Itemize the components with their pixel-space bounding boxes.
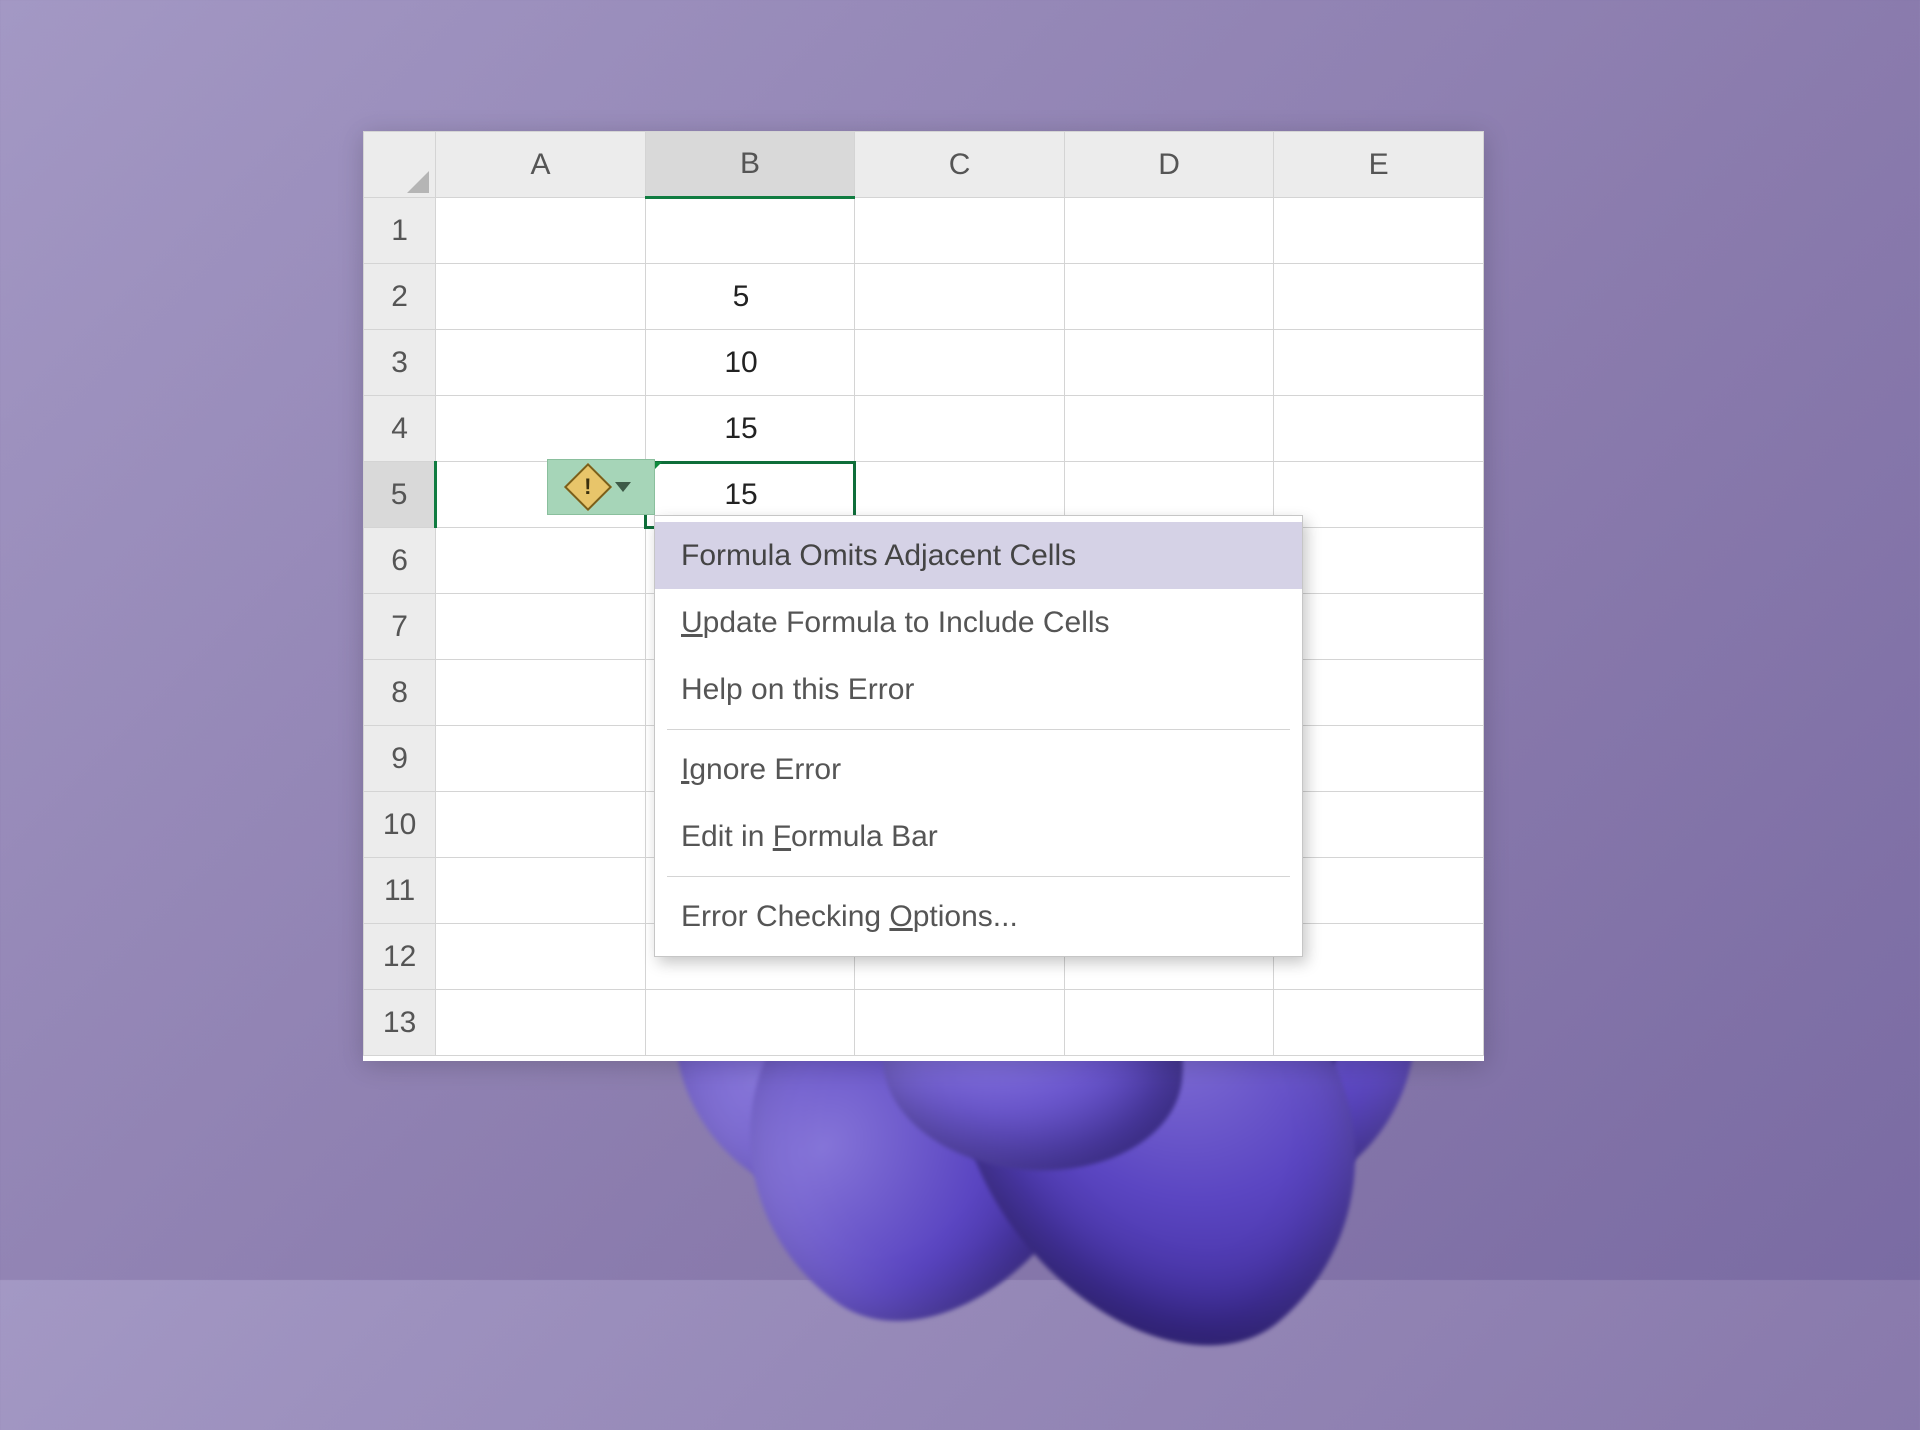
cell-E10[interactable] — [1274, 792, 1484, 858]
cell-A13[interactable] — [436, 990, 646, 1056]
cell-E13[interactable] — [1274, 990, 1484, 1056]
menu-item-1[interactable]: Update Formula to Include Cells — [655, 589, 1302, 656]
cell-D13[interactable] — [1064, 990, 1274, 1056]
row-header-4[interactable]: 4 — [364, 396, 436, 462]
cell-D4[interactable] — [1064, 396, 1274, 462]
cell-E8[interactable] — [1274, 660, 1484, 726]
menu-item-5[interactable]: Edit in Formula Bar — [655, 803, 1302, 870]
cell-A6[interactable] — [436, 528, 646, 594]
row-header-3[interactable]: 3 — [364, 330, 436, 396]
cell-A2[interactable] — [436, 264, 646, 330]
row-header-12[interactable]: 12 — [364, 924, 436, 990]
cell-E2[interactable] — [1274, 264, 1484, 330]
cell-B13[interactable] — [645, 990, 855, 1056]
menu-item-2[interactable]: Help on this Error — [655, 656, 1302, 723]
error-context-menu: Formula Omits Adjacent CellsUpdate Formu… — [654, 515, 1303, 957]
cell-E11[interactable] — [1274, 858, 1484, 924]
cell-A9[interactable] — [436, 726, 646, 792]
cell-B4[interactable]: 15 — [645, 396, 855, 462]
cell-A7[interactable] — [436, 594, 646, 660]
row-header-2[interactable]: 2 — [364, 264, 436, 330]
cell-A12[interactable] — [436, 924, 646, 990]
cell-C13[interactable] — [855, 990, 1065, 1056]
cell-B2[interactable]: 5 — [645, 264, 855, 330]
menu-item-4[interactable]: Ignore Error — [655, 736, 1302, 803]
cell-A4[interactable] — [436, 396, 646, 462]
row-header-5[interactable]: 5 — [364, 462, 436, 528]
cell-B1[interactable] — [645, 198, 855, 264]
col-header-B[interactable]: B — [645, 132, 855, 198]
cell-E3[interactable] — [1274, 330, 1484, 396]
row-header-7[interactable]: 7 — [364, 594, 436, 660]
menu-item-0[interactable]: Formula Omits Adjacent Cells — [655, 522, 1302, 589]
spreadsheet-window: A B C D E 1 2 5 3 10 — [363, 131, 1484, 1061]
row-header-6[interactable]: 6 — [364, 528, 436, 594]
row-header-10[interactable]: 10 — [364, 792, 436, 858]
row-header-1[interactable]: 1 — [364, 198, 436, 264]
cell-D1[interactable] — [1064, 198, 1274, 264]
cell-E1[interactable] — [1274, 198, 1484, 264]
cell-D3[interactable] — [1064, 330, 1274, 396]
row-header-9[interactable]: 9 — [364, 726, 436, 792]
cell-A1[interactable] — [436, 198, 646, 264]
col-header-D[interactable]: D — [1064, 132, 1274, 198]
cell-E7[interactable] — [1274, 594, 1484, 660]
cell-B3[interactable]: 10 — [645, 330, 855, 396]
chevron-down-icon — [615, 482, 631, 492]
cell-D2[interactable] — [1064, 264, 1274, 330]
col-header-C[interactable]: C — [855, 132, 1065, 198]
cell-A3[interactable] — [436, 330, 646, 396]
row-header-8[interactable]: 8 — [364, 660, 436, 726]
cell-A8[interactable] — [436, 660, 646, 726]
cell-A10[interactable] — [436, 792, 646, 858]
row-header-11[interactable]: 11 — [364, 858, 436, 924]
cell-E6[interactable] — [1274, 528, 1484, 594]
error-smart-tag-button[interactable]: ! — [547, 459, 655, 515]
cell-E9[interactable] — [1274, 726, 1484, 792]
select-all-corner[interactable] — [364, 132, 436, 198]
col-header-E[interactable]: E — [1274, 132, 1484, 198]
menu-separator — [667, 729, 1290, 730]
cell-E5[interactable] — [1274, 462, 1484, 528]
warning-icon: ! — [564, 463, 612, 511]
cell-C4[interactable] — [855, 396, 1065, 462]
menu-item-7[interactable]: Error Checking Options... — [655, 883, 1302, 950]
row-header-13[interactable]: 13 — [364, 990, 436, 1056]
menu-separator — [667, 876, 1290, 877]
cell-C3[interactable] — [855, 330, 1065, 396]
cell-C1[interactable] — [855, 198, 1065, 264]
cell-E4[interactable] — [1274, 396, 1484, 462]
cell-E12[interactable] — [1274, 924, 1484, 990]
cell-C2[interactable] — [855, 264, 1065, 330]
cell-A11[interactable] — [436, 858, 646, 924]
col-header-A[interactable]: A — [436, 132, 646, 198]
